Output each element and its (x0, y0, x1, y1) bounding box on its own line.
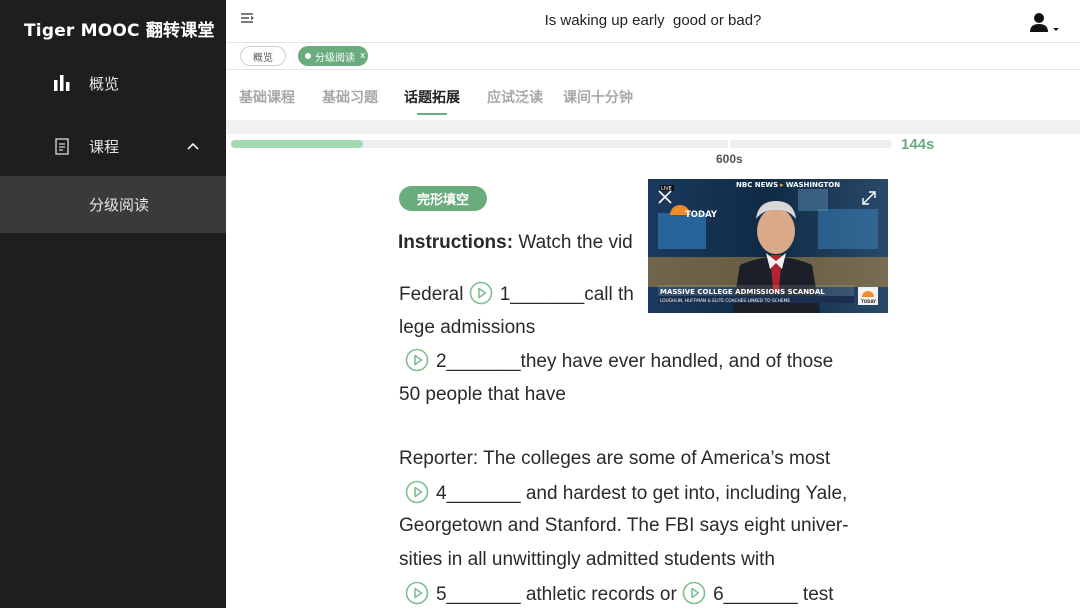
passage-line: lege admissions (399, 317, 536, 338)
sidebar-item-label: 概览 (89, 74, 120, 93)
tab-ten-minute-break[interactable]: 课间十分钟 (563, 87, 633, 107)
passage-line: sities in all unwittingly admitted stude… (399, 549, 775, 570)
play-audio-icon[interactable] (405, 581, 429, 605)
divider (226, 120, 1080, 134)
exercise-type-badge: 完形填空 (399, 186, 487, 211)
tag-graded-reading[interactable]: 分级阅读 x (298, 46, 368, 66)
elapsed-time: 144s (901, 136, 935, 153)
passage-line: Georgetown and Stanford. The FBI says ei… (399, 515, 849, 536)
sidebar-item-label: 课程 (89, 137, 120, 156)
tag-bar: 概览 分级阅读 x (226, 43, 1080, 70)
progress-fill (231, 140, 364, 148)
expand-icon[interactable] (860, 189, 878, 212)
play-audio-icon[interactable] (469, 281, 493, 305)
close-icon[interactable] (657, 189, 673, 210)
corner-logo: TODAY (861, 299, 876, 304)
blank-4: 4_______ and hardest to get into, includ… (436, 483, 848, 505)
passage-text: Federal (399, 284, 469, 306)
blank-2: 2_______they have ever handled, and of t… (436, 351, 834, 373)
instructions: Instructions: Watch the vid (398, 232, 633, 254)
passage-line: 5_______ athletic records or 6_______ te… (405, 581, 834, 607)
headline: MASSIVE COLLEGE ADMISSIONS SCANDAL (660, 288, 825, 296)
user-menu-icon[interactable] (1029, 12, 1059, 34)
sidebar-item-overview[interactable]: 概览 (0, 54, 226, 112)
top-header: Is waking up early good or bad? (226, 0, 1080, 43)
progress-marker (728, 140, 730, 148)
passage-line: 4_______ and hardest to get into, includ… (405, 480, 848, 506)
play-audio-icon[interactable] (682, 581, 706, 605)
passage-line: Reporter: The colleges are some of Ameri… (399, 448, 831, 469)
tab-basic-course[interactable]: 基础课程 (239, 87, 295, 107)
subheadline: LOUGHLIN, HUFFMAN & ELITE COACHES LINKED… (660, 298, 790, 304)
svg-text:NBC NEWS▸WASHINGTON: NBC NEWS ▸ WASHINGTON (736, 181, 840, 189)
video-player[interactable]: LIVE NBC NEWS ▸ WASHINGTON TODAY MASSIVE C… (648, 179, 888, 313)
bar-chart-icon (52, 73, 72, 93)
progress-bar (231, 140, 892, 148)
sidebar: Tiger MOOC 翻转课堂 概览 课程 分级阅读 (0, 0, 226, 608)
passage-line: 2_______they have ever handled, and of t… (405, 348, 834, 374)
show-logo: TODAY (685, 210, 718, 220)
sidebar-item-course[interactable]: 课程 (0, 117, 226, 175)
network-label: NBC NEWS (736, 181, 778, 189)
total-time: 600s (716, 152, 743, 166)
page-title: Is waking up early good or bad? (544, 12, 762, 29)
instructions-label: Instructions: (398, 232, 514, 253)
blank-1: 1_______call th (499, 284, 634, 306)
tab-basic-exercises[interactable]: 基础习题 (322, 87, 378, 107)
tab-topic-extension[interactable]: 话题拓展 (404, 87, 460, 115)
play-audio-icon[interactable] (405, 348, 429, 372)
tag-label: 分级阅读 (315, 52, 355, 64)
location-label: WASHINGTON (786, 181, 841, 189)
blank-5: 5_______ athletic records or (436, 584, 683, 606)
video-frame: LIVE NBC NEWS ▸ WASHINGTON TODAY MASSIVE C… (648, 179, 888, 313)
brand-title: Tiger MOOC 翻转课堂 (24, 21, 215, 41)
instructions-text: Watch the vid (513, 232, 633, 253)
sidebar-item-label: 分级阅读 (89, 196, 150, 214)
close-icon[interactable]: x (360, 51, 365, 61)
play-audio-icon[interactable] (405, 480, 429, 504)
passage-line: 50 people that have (399, 384, 566, 405)
sidebar-item-graded-reading[interactable]: 分级阅读 (0, 176, 226, 233)
document-icon (52, 136, 72, 156)
active-dot-icon (305, 53, 311, 59)
tag-overview[interactable]: 概览 (240, 46, 286, 66)
chevron-up-icon[interactable] (186, 139, 200, 153)
passage-line: Federal 1_______call th (399, 281, 634, 307)
tab-exam-reading[interactable]: 应试泛读 (487, 87, 543, 107)
tab-bar: 基础课程 基础习题 话题拓展 应试泛读 课间十分钟 (226, 70, 1080, 120)
blank-6: 6_______ test (713, 584, 834, 606)
